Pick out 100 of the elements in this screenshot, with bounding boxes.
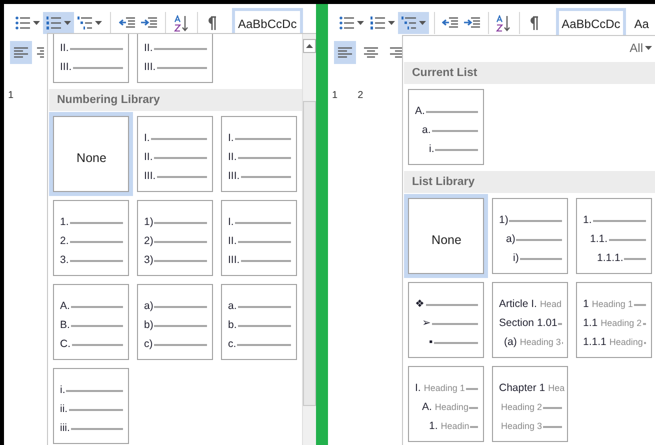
placeholder-line (543, 406, 562, 408)
list-marker: Section 1.01 (499, 316, 558, 331)
filter-dropdown[interactable]: All (628, 39, 654, 57)
placeholder-line (154, 324, 207, 326)
list-marker: 2. (60, 234, 69, 249)
heading-label: Hea (548, 382, 565, 395)
sort-icon (496, 14, 512, 32)
decrease-indent-icon (442, 17, 458, 29)
list-style-tile[interactable]: None (49, 112, 133, 196)
placeholder-line (240, 260, 291, 262)
list-marker: ➢ (422, 316, 431, 331)
scrollbar[interactable] (302, 34, 316, 445)
bullet-list-icon (339, 16, 354, 30)
placeholder-line (435, 148, 478, 150)
list-marker: i. (429, 142, 434, 157)
list-marker: A. (422, 400, 432, 415)
placeholder-line (234, 138, 291, 140)
list-marker: II. (60, 41, 69, 56)
multilevel-button[interactable] (398, 12, 429, 34)
caret-icon (357, 21, 364, 25)
placeholder-line (70, 48, 123, 50)
list-marker: III. (144, 168, 156, 184)
list-marker: b. (228, 318, 237, 333)
placeholder-line (608, 238, 646, 240)
list-marker: Chapter 1 (499, 380, 546, 396)
list-marker: i) (513, 250, 519, 266)
list-marker: 1.1. (590, 232, 608, 247)
list-style-tile[interactable]: None (404, 194, 488, 278)
list-marker: c. (228, 336, 236, 352)
list-marker: 1. (583, 212, 592, 228)
align-left-button[interactable] (10, 41, 32, 64)
pilcrow-icon (206, 16, 217, 30)
multilevel-list-icon (77, 16, 92, 30)
list-marker: C. (60, 336, 70, 352)
placeholder-line (154, 260, 207, 262)
placeholder-line (154, 240, 207, 242)
list-marker: III. (228, 252, 240, 268)
placeholder-line (154, 156, 207, 158)
list-marker: 1) (499, 212, 508, 228)
heading-label: Heading 2 (501, 400, 542, 414)
heading-label: Heading 1 (592, 298, 633, 311)
placeholder-line (520, 258, 562, 260)
placeholder-line (70, 222, 123, 224)
placeholder-line (156, 67, 207, 69)
list-marker: A. (415, 104, 425, 119)
placeholder-line (150, 138, 207, 140)
placeholder-line (238, 324, 291, 326)
heading-label: Heading 1 (424, 382, 465, 395)
multilevel-list-icon (401, 16, 416, 30)
placeholder-line (592, 220, 646, 222)
placeholder-line (68, 408, 123, 410)
placeholder-line (432, 322, 478, 324)
list-marker: 2) (144, 234, 154, 249)
list-marker: a) (144, 298, 154, 314)
align-left-button[interactable] (334, 41, 356, 64)
list-marker: 1) (144, 214, 154, 230)
placeholder-line (72, 67, 123, 69)
placeholder-line (234, 222, 291, 224)
list-marker: I. (228, 214, 234, 230)
numbering-button[interactable] (43, 12, 74, 34)
list-marker: I. (415, 380, 421, 396)
heading-label: Headin (440, 420, 470, 433)
caret-icon (419, 21, 426, 25)
section-header: List Library (404, 171, 655, 193)
caret-up-icon (306, 44, 313, 48)
scroll-up-button[interactable] (303, 39, 316, 53)
list-marker: Article I. (499, 296, 537, 312)
caret-icon (33, 21, 40, 25)
list-marker: 1. (429, 418, 438, 434)
heading-label: Heading (609, 336, 643, 349)
placeholder-line (238, 306, 291, 308)
list-marker: III. (60, 60, 72, 76)
placeholder-line (154, 306, 207, 308)
placeholder-line (66, 390, 123, 392)
align-center-icon (36, 46, 44, 59)
align-left-icon (13, 46, 29, 59)
section-header: Numbering Library (49, 89, 302, 111)
caret-icon (388, 21, 395, 25)
scrollbar-thumb[interactable] (303, 101, 316, 406)
list-marker: II. (144, 41, 153, 56)
placeholder-line (70, 260, 123, 262)
placeholder-line (154, 222, 207, 224)
ruler-number: 1 (332, 90, 338, 102)
increase-indent-icon (141, 17, 157, 29)
heading-label: Head (540, 298, 562, 311)
list-marker: 3) (144, 252, 154, 268)
placeholder-line (516, 238, 562, 240)
list-marker: (a) (504, 334, 517, 350)
list-marker: II. (228, 150, 237, 165)
align-right-icon (389, 46, 405, 59)
list-marker: 1.1 (583, 316, 598, 331)
list-marker: a. (228, 298, 237, 314)
placeholder-line (624, 258, 646, 260)
placeholder-line (70, 306, 123, 308)
placeholder-line (634, 304, 646, 306)
numbered-list-icon (370, 16, 385, 30)
list-marker: i. (60, 382, 66, 398)
placeholder-line (240, 176, 291, 178)
placeholder-line (70, 240, 123, 242)
heading-label: Heading 3 (520, 336, 561, 349)
